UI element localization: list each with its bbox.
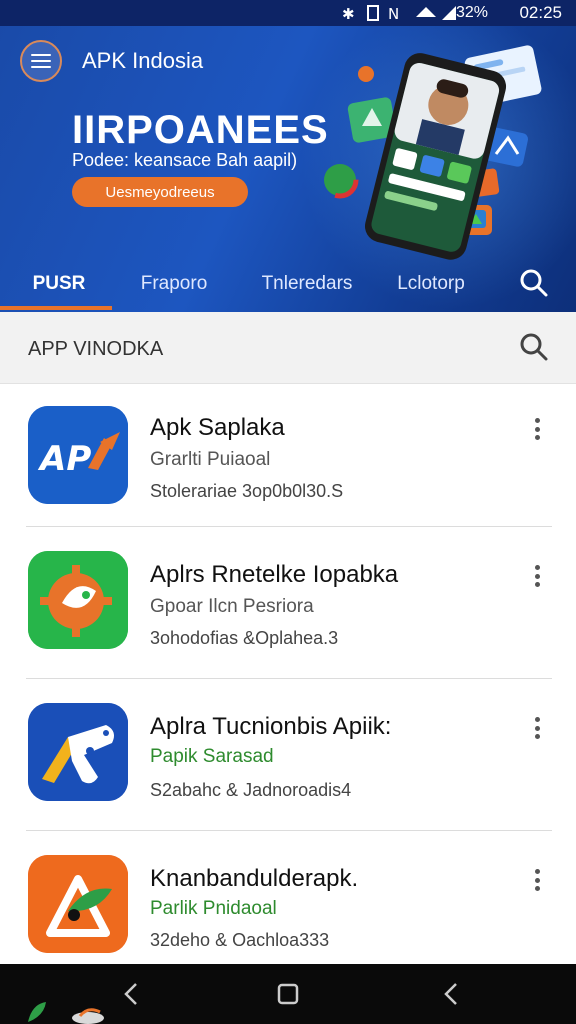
app-developer: Grarlti Puiaoal	[150, 449, 271, 470]
recents-icon	[444, 983, 457, 1005]
app-screen: ✱ N 32% 02:25 APK Indosia IIRPOANEES Pod…	[0, 0, 576, 1024]
tab-pusr[interactable]: PUSR	[0, 256, 118, 312]
more-options-icon[interactable]	[530, 418, 544, 440]
recents-button[interactable]	[422, 964, 482, 1024]
menu-button[interactable]	[20, 40, 62, 82]
section-header: APP VINODKA	[0, 312, 576, 384]
svg-text:AP: AP	[37, 439, 91, 479]
list-item[interactable]: Knanbandulderapk. Parlik Pnidaoal 32deho…	[0, 831, 576, 983]
list-item[interactable]: Aplrs Rnetelke Iopabka Gpoar Ilcn Pesrio…	[0, 527, 576, 679]
app-name: Aplrs Rnetelke Iopabka	[150, 561, 399, 588]
star-leaf-icon	[28, 855, 128, 953]
gear-leaf-icon	[28, 551, 128, 649]
hero-headline: IIRPOANEES	[72, 108, 329, 152]
app-name: Knanbandulderapk.	[150, 865, 359, 892]
app-developer: Papik Sarasad	[150, 746, 274, 767]
app-name: Apk Saplaka	[150, 414, 285, 441]
app-developer: Gpoar Ilcn Pesriora	[150, 596, 314, 617]
svg-text:✱: ✱	[342, 5, 359, 23]
more-options-icon[interactable]	[530, 565, 544, 587]
wrench-arm-icon	[28, 703, 128, 801]
app-meta: Stolerariae 3op0b0l30.S	[150, 481, 344, 501]
active-tab-indicator	[0, 306, 112, 310]
category-tabs: PUSR Fraporo Tnleredars Lclotorp	[0, 256, 576, 312]
list-item[interactable]: AP Apk Saplaka Grarlti Puiaoal Stolerari…	[0, 384, 576, 536]
phone-illustration	[321, 45, 542, 260]
hero-banner: ✱ N 32% 02:25 APK Indosia IIRPOANEES Pod…	[0, 0, 576, 312]
app-title: APK Indosia	[82, 48, 204, 73]
section-title: APP VINODKA	[28, 338, 164, 360]
app-meta: 3ohodofias &Oplahea.3	[150, 628, 339, 648]
more-options-icon[interactable]	[530, 717, 544, 739]
search-icon[interactable]	[514, 328, 554, 368]
brand-logo-icon	[28, 1002, 104, 1024]
hero-cta-button[interactable]: Uesmeyodreeus	[72, 177, 248, 207]
apk-logo-icon: AP	[28, 406, 128, 504]
list-item[interactable]: Aplra Tucnionbis Apiik: Papik Sarasad S2…	[0, 679, 576, 831]
app-name: Aplra Tucnionbis Apiik:	[150, 713, 392, 740]
app-developer: Parlik Pnidaoal	[150, 898, 277, 919]
hero-subtitle: Podee: keansace Bah aapil)	[72, 150, 298, 170]
menu-icon	[31, 54, 51, 56]
tab-fraporo[interactable]: Fraporo	[118, 256, 230, 312]
home-icon	[277, 983, 299, 1005]
tab-tnleredars[interactable]: Tnleredars	[238, 256, 376, 312]
app-meta: S2abahc & Jadnoroadis4	[150, 780, 352, 800]
search-icon[interactable]	[514, 264, 554, 304]
home-button[interactable]	[258, 964, 318, 1024]
more-options-icon[interactable]	[530, 869, 544, 891]
app-meta: 32deho & Oachloa333	[150, 930, 330, 950]
tab-lclotorp[interactable]: Lclotorp	[376, 256, 486, 312]
status-bar: ✱ N 32% 02:25	[0, 0, 576, 26]
clock: 02:25	[519, 3, 562, 22]
battery-percent: 32%	[455, 4, 488, 21]
svg-text:N: N	[388, 5, 403, 23]
back-icon	[124, 983, 137, 1005]
